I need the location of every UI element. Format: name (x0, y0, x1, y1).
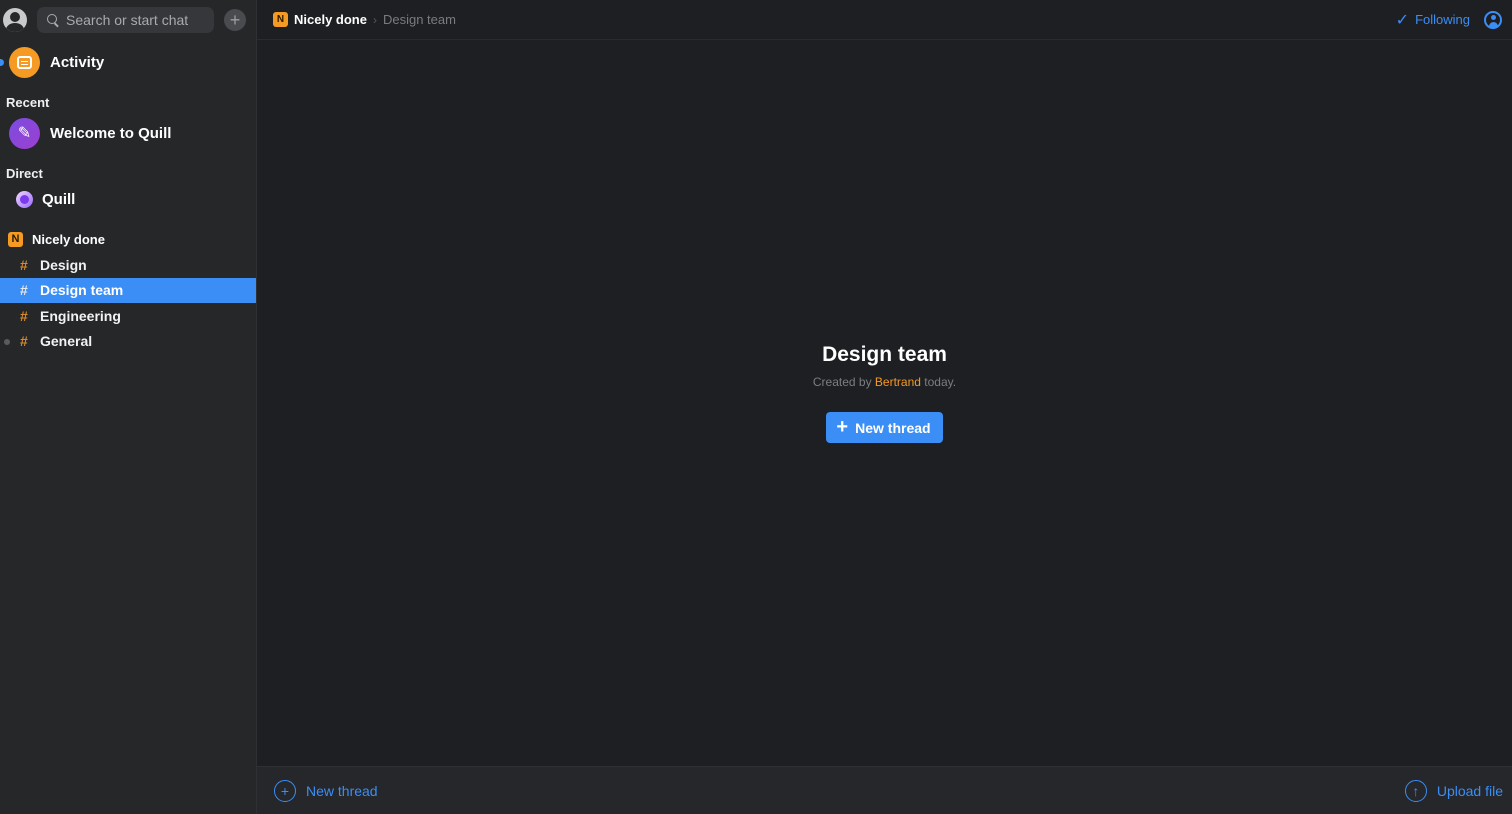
inbox-icon (9, 46, 40, 78)
channel-label: General (40, 333, 93, 350)
unread-indicator (0, 59, 4, 66)
workspace-header[interactable]: N Nicely done (0, 226, 256, 252)
bottom-new-thread-button[interactable]: + New thread (274, 779, 378, 802)
hash-icon: # (20, 333, 28, 350)
recent-section-title: Recent (6, 95, 50, 110)
created-prefix: Created by (812, 375, 872, 389)
direct-item-quill[interactable]: Quill (0, 186, 256, 212)
creator-link[interactable]: Bertrand (875, 375, 921, 389)
following-label: Following (1415, 12, 1470, 27)
direct-item-label: Quill (42, 190, 76, 208)
sidebar-channel-general[interactable]: # General (0, 329, 256, 355)
recent-item-welcome[interactable]: ✎ Welcome to Quill (0, 114, 256, 152)
direct-section-title: Direct (6, 166, 43, 181)
bottom-new-thread-label: New thread (306, 782, 378, 799)
hash-icon: # (20, 282, 28, 299)
channel-label: Design team (40, 282, 124, 299)
quill-avatar-icon (16, 190, 33, 208)
sidebar-channel-design[interactable]: # Design (0, 252, 256, 278)
chevron-right-icon: › (372, 12, 377, 27)
add-chat-button[interactable]: + (224, 9, 246, 31)
created-suffix: today. (924, 375, 957, 389)
top-bar: N Nicely done › Design team ✓ Following (257, 0, 1512, 40)
unread-dot (4, 338, 10, 345)
search-placeholder: Search or start chat (66, 12, 189, 28)
recent-item-label: Welcome to Quill (50, 124, 172, 142)
channel-label: Engineering (40, 307, 121, 324)
sidebar-channel-engineering[interactable]: # Engineering (0, 303, 256, 329)
search-input[interactable]: Search or start chat (37, 7, 214, 33)
new-thread-button[interactable]: + New thread (826, 412, 943, 443)
upload-arrow-icon: ↑ (1404, 779, 1427, 802)
new-thread-label: New thread (855, 419, 931, 436)
breadcrumb-workspace[interactable]: Nicely done (294, 12, 367, 27)
hash-icon: # (20, 307, 28, 324)
profile-icon[interactable] (1484, 10, 1502, 29)
workspace-badge: N (273, 12, 288, 27)
upload-file-button[interactable]: ↑ Upload file (1404, 779, 1503, 802)
bottom-bar: + New thread ↑ Upload file (257, 766, 1512, 814)
hash-icon: # (20, 256, 28, 273)
app-window: Search or start chat + Activity Recent ✎… (0, 0, 1512, 814)
plus-icon: + (836, 415, 849, 438)
channel-title: Design team (822, 343, 947, 366)
checkmark-icon: ✓ (1395, 11, 1410, 29)
main-panel: N Nicely done › Design team ✓ Following … (257, 0, 1512, 814)
empty-channel-state: Design team Created by Bertrand today. +… (257, 343, 1512, 443)
plus-circle-icon: + (274, 779, 296, 802)
sidebar-item-activity[interactable]: Activity (0, 41, 256, 83)
sidebar: Search or start chat + Activity Recent ✎… (0, 0, 257, 814)
following-button[interactable]: ✓ Following (1396, 10, 1470, 30)
search-icon (47, 13, 60, 27)
breadcrumb: N Nicely done › Design team (273, 12, 456, 27)
activity-label: Activity (50, 53, 105, 71)
user-avatar-icon[interactable] (3, 8, 27, 32)
workspace-badge: N (8, 231, 23, 247)
sidebar-top-bar: Search or start chat + (0, 0, 256, 40)
feather-icon: ✎ (9, 117, 40, 149)
workspace-name: Nicely done (32, 231, 105, 247)
channel-created-info: Created by Bertrand today. (813, 375, 956, 389)
sidebar-channel-design-team[interactable]: # Design team (0, 277, 256, 303)
top-bar-actions: ✓ Following (1396, 10, 1502, 30)
upload-file-label: Upload file (1436, 782, 1503, 799)
channel-label: Design (40, 256, 87, 273)
breadcrumb-channel[interactable]: Design team (383, 12, 456, 27)
